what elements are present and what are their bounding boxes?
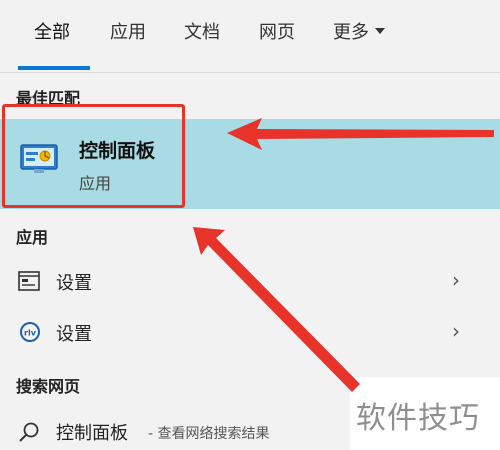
chevron-down-icon	[375, 28, 385, 34]
web-search-query: 控制面板	[56, 423, 128, 444]
search-icon	[19, 422, 39, 442]
tab-more[interactable]: 更多	[333, 20, 385, 46]
tab-all[interactable]: 全部	[34, 20, 70, 46]
tab-web[interactable]: 网页	[259, 20, 295, 46]
app-result-settings-2[interactable]: rlv 设置 ›	[0, 306, 500, 356]
web-search-header: 搜索网页	[16, 377, 81, 396]
watermark-text: 软件技巧	[356, 401, 480, 436]
settings-window-icon	[18, 271, 40, 291]
app-result-label: 设置	[56, 324, 92, 345]
tab-apps[interactable]: 应用	[110, 20, 146, 46]
active-tab-indicator	[18, 66, 90, 70]
chevron-right-icon[interactable]: ›	[452, 268, 460, 292]
control-panel-icon	[20, 144, 58, 173]
apps-section-header: 应用	[16, 228, 49, 247]
chevron-right-icon[interactable]: ›	[452, 319, 460, 343]
settings-gear-icon: rlv	[20, 322, 40, 342]
web-search-suffix: - 查看网络搜索结果	[148, 426, 270, 442]
app-result-label: 设置	[56, 273, 92, 294]
best-match-subtitle: 应用	[79, 174, 112, 193]
app-result-settings[interactable]: 设置 ›	[0, 256, 500, 306]
best-match-title: 控制面板	[79, 140, 156, 162]
tab-more-label: 更多	[333, 22, 369, 43]
tab-documents[interactable]: 文档	[184, 20, 220, 46]
best-match-header: 最佳匹配	[16, 89, 81, 108]
best-match-result-control-panel[interactable]	[0, 119, 500, 209]
filter-tab-bar: 全部 应用 文档 网页 更多	[0, 0, 500, 73]
svg-text:rlv: rlv	[24, 329, 37, 338]
